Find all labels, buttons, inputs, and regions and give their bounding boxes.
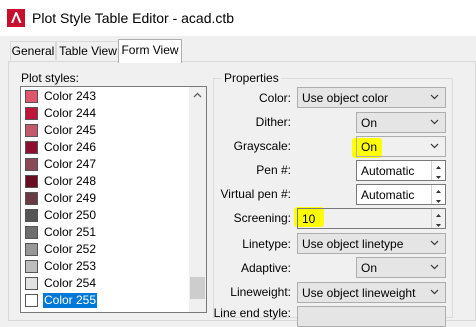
color-swatch xyxy=(25,209,38,222)
color-value: Use object color xyxy=(302,91,389,105)
color-swatch xyxy=(25,90,38,103)
dither-label: Dither: xyxy=(255,115,291,129)
list-item[interactable]: Color 254 xyxy=(21,275,190,292)
color-swatch xyxy=(25,124,38,137)
list-item-label: Color 243 xyxy=(44,89,97,103)
color-swatch xyxy=(25,192,38,205)
pen-value: Automatic xyxy=(361,164,415,178)
linetype-dropdown[interactable]: Use object linetype xyxy=(297,233,446,254)
lineweight-dropdown[interactable]: Use object lineweight xyxy=(297,282,446,303)
linetype-value: Use object linetype xyxy=(302,237,404,251)
list-item[interactable]: Color 247 xyxy=(21,156,190,173)
chevron-down-icon xyxy=(430,261,439,273)
list-item[interactable]: Color 246 xyxy=(21,139,190,156)
adaptive-dropdown[interactable]: On xyxy=(356,257,446,278)
pen-spinner[interactable]: Automatic xyxy=(356,160,446,181)
color-swatch xyxy=(25,226,38,239)
list-item-label: Color 255 xyxy=(43,293,98,308)
color-label: Color: xyxy=(258,91,291,105)
window-title: Plot Style Table Editor - acad.ctb xyxy=(32,10,235,26)
screening-spinner[interactable]: 10 xyxy=(297,208,446,229)
list-item-label: Color 246 xyxy=(44,140,97,154)
list-item-label: Color 245 xyxy=(44,123,97,137)
grayscale-label: Grayscale: xyxy=(233,139,291,153)
list-item[interactable]: Color 245 xyxy=(21,122,190,139)
list-item[interactable]: Color 250 xyxy=(21,207,190,224)
list-item[interactable]: Color 244 xyxy=(21,105,190,122)
list-item[interactable]: Color 248 xyxy=(21,173,190,190)
line-end-style-dropdown[interactable] xyxy=(297,306,446,327)
color-swatch xyxy=(25,294,38,307)
color-swatch xyxy=(25,243,38,256)
line-end-style-label: Line end style: xyxy=(213,306,291,320)
virtual-pen-label: Virtual pen #: xyxy=(220,187,292,201)
color-swatch xyxy=(25,260,38,273)
color-swatch xyxy=(25,141,38,154)
list-item[interactable]: Color 243 xyxy=(21,88,190,105)
dither-value: On xyxy=(361,116,378,130)
list-item-label: Color 250 xyxy=(44,208,97,222)
dither-dropdown[interactable]: On xyxy=(356,112,446,133)
chevron-down-icon xyxy=(430,237,439,249)
list-item[interactable]: Color 253 xyxy=(21,258,190,275)
pen-label: Pen #: xyxy=(256,163,291,177)
lineweight-value: Use object lineweight xyxy=(302,286,416,300)
list-item[interactable]: Color 255 xyxy=(21,292,190,309)
screening-value: 10 xyxy=(302,212,316,226)
linetype-label: Linetype: xyxy=(242,237,291,251)
color-dropdown[interactable]: Use object color xyxy=(297,87,446,108)
title-bar: Plot Style Table Editor - acad.ctb xyxy=(0,0,476,36)
plot-styles-label: Plot styles: xyxy=(21,71,80,85)
color-swatch xyxy=(25,175,38,188)
adaptive-value: On xyxy=(361,261,378,275)
list-item[interactable]: Color 252 xyxy=(21,241,190,258)
chevron-down-icon xyxy=(430,116,439,128)
spin-up-icon[interactable] xyxy=(432,209,445,218)
list-item-label: Color 254 xyxy=(44,276,97,290)
color-swatch xyxy=(25,158,38,171)
spin-down-icon[interactable] xyxy=(432,195,445,204)
color-swatch xyxy=(25,277,38,290)
screening-label: Screening: xyxy=(233,211,291,225)
list-item-label: Color 251 xyxy=(44,225,97,239)
tab-strip: General Table View Form View xyxy=(0,36,476,63)
adaptive-label: Adaptive: xyxy=(240,261,291,275)
list-item[interactable]: Color 249 xyxy=(21,190,190,207)
list-item-label: Color 249 xyxy=(44,191,97,205)
properties-label: Properties xyxy=(222,71,281,85)
list-item[interactable]: Color 251 xyxy=(21,224,190,241)
chevron-down-icon xyxy=(430,140,439,152)
spin-up-icon[interactable] xyxy=(432,185,445,194)
spin-up-icon[interactable] xyxy=(432,161,445,170)
tab-table-view[interactable]: Table View xyxy=(56,41,120,60)
chevron-down-icon xyxy=(430,91,439,103)
list-item-label: Color 253 xyxy=(44,259,97,273)
chevron-down-icon xyxy=(430,286,439,298)
autocad-logo-icon xyxy=(7,9,25,27)
spin-down-icon[interactable] xyxy=(432,219,445,228)
list-item-label: Color 244 xyxy=(44,106,97,120)
list-item-label: Color 247 xyxy=(44,157,97,171)
list-item-label: Color 248 xyxy=(44,174,97,188)
tab-form-view[interactable]: Form View xyxy=(118,39,182,63)
grayscale-dropdown[interactable]: On xyxy=(356,136,446,157)
lineweight-label: Lineweight: xyxy=(230,285,291,299)
list-item-label: Color 252 xyxy=(44,242,97,256)
virtual-pen-value: Automatic xyxy=(361,188,415,202)
virtual-pen-spinner[interactable]: Automatic xyxy=(356,184,446,205)
grayscale-value: On xyxy=(361,140,378,154)
spin-down-icon[interactable] xyxy=(432,171,445,180)
color-swatch xyxy=(25,107,38,120)
tab-general[interactable]: General xyxy=(10,41,56,60)
